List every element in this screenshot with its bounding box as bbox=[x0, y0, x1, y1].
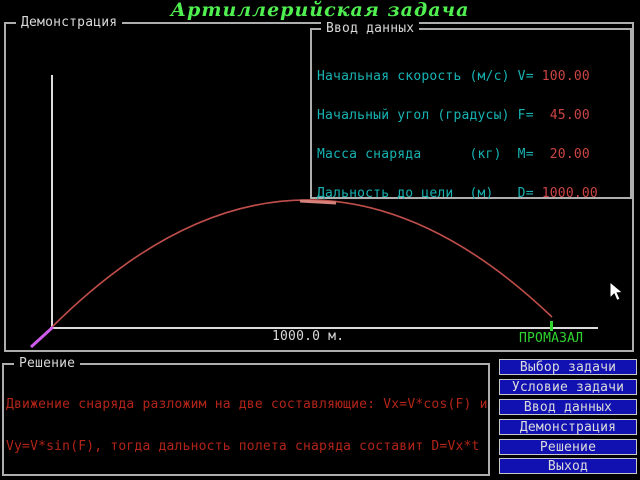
input-row-label: Масса снаряда (кг) M= bbox=[317, 147, 550, 162]
input-data-rows: Начальная скорость (м/с) V= 100.00 Начал… bbox=[317, 44, 598, 226]
input-row-value: 20.00 bbox=[549, 147, 590, 162]
solution-line: Движение снаряда разложим на две составл… bbox=[6, 397, 488, 412]
button-data-input[interactable]: Ввод данных bbox=[499, 399, 637, 415]
input-row-mass: Масса снаряда (кг) M= 20.00 bbox=[317, 148, 598, 161]
input-row-value: 100.00 bbox=[541, 69, 590, 84]
status-result-text: ПРОМАЗАЛ bbox=[519, 331, 584, 346]
solution-text: Движение снаряда разложим на две составл… bbox=[6, 371, 488, 480]
input-data-panel-label: Ввод данных bbox=[321, 22, 420, 35]
input-row-distance: Дальность до цели (м) D= 1000.00 bbox=[317, 187, 598, 200]
input-row-label: Начальная скорость (м/с) V= bbox=[317, 69, 542, 84]
input-row-value: 45.00 bbox=[549, 108, 590, 123]
button-exit[interactable]: Выход bbox=[499, 458, 637, 474]
solution-panel-label: Решение bbox=[14, 357, 81, 370]
input-row-velocity: Начальная скорость (м/с) V= 100.00 bbox=[317, 70, 598, 83]
demo-panel-label: Демонстрация bbox=[16, 16, 123, 29]
target-marker bbox=[550, 321, 553, 331]
app-screen: Артиллерийская задача Демонстрация 1000.… bbox=[0, 0, 640, 480]
solution-line: Vy=V*sin(F), тогда дальность полета снар… bbox=[6, 439, 480, 454]
input-row-angle: Начальный угол (градусы) F= 45.00 bbox=[317, 109, 598, 122]
mouse-cursor bbox=[609, 281, 624, 302]
distance-label: 1000.0 м. bbox=[272, 329, 345, 344]
input-row-label: Дальность до цели (м) D= bbox=[317, 186, 542, 201]
input-row-label: Начальный угол (градусы) F= bbox=[317, 108, 550, 123]
button-task-condition[interactable]: Условие задачи bbox=[499, 379, 637, 395]
y-axis-line bbox=[51, 75, 53, 329]
button-task-select[interactable]: Выбор задачи bbox=[499, 359, 637, 375]
button-solution[interactable]: Решение bbox=[499, 439, 637, 455]
button-demonstration[interactable]: Демонстрация bbox=[499, 419, 637, 435]
input-row-value: 1000.00 bbox=[541, 186, 598, 201]
